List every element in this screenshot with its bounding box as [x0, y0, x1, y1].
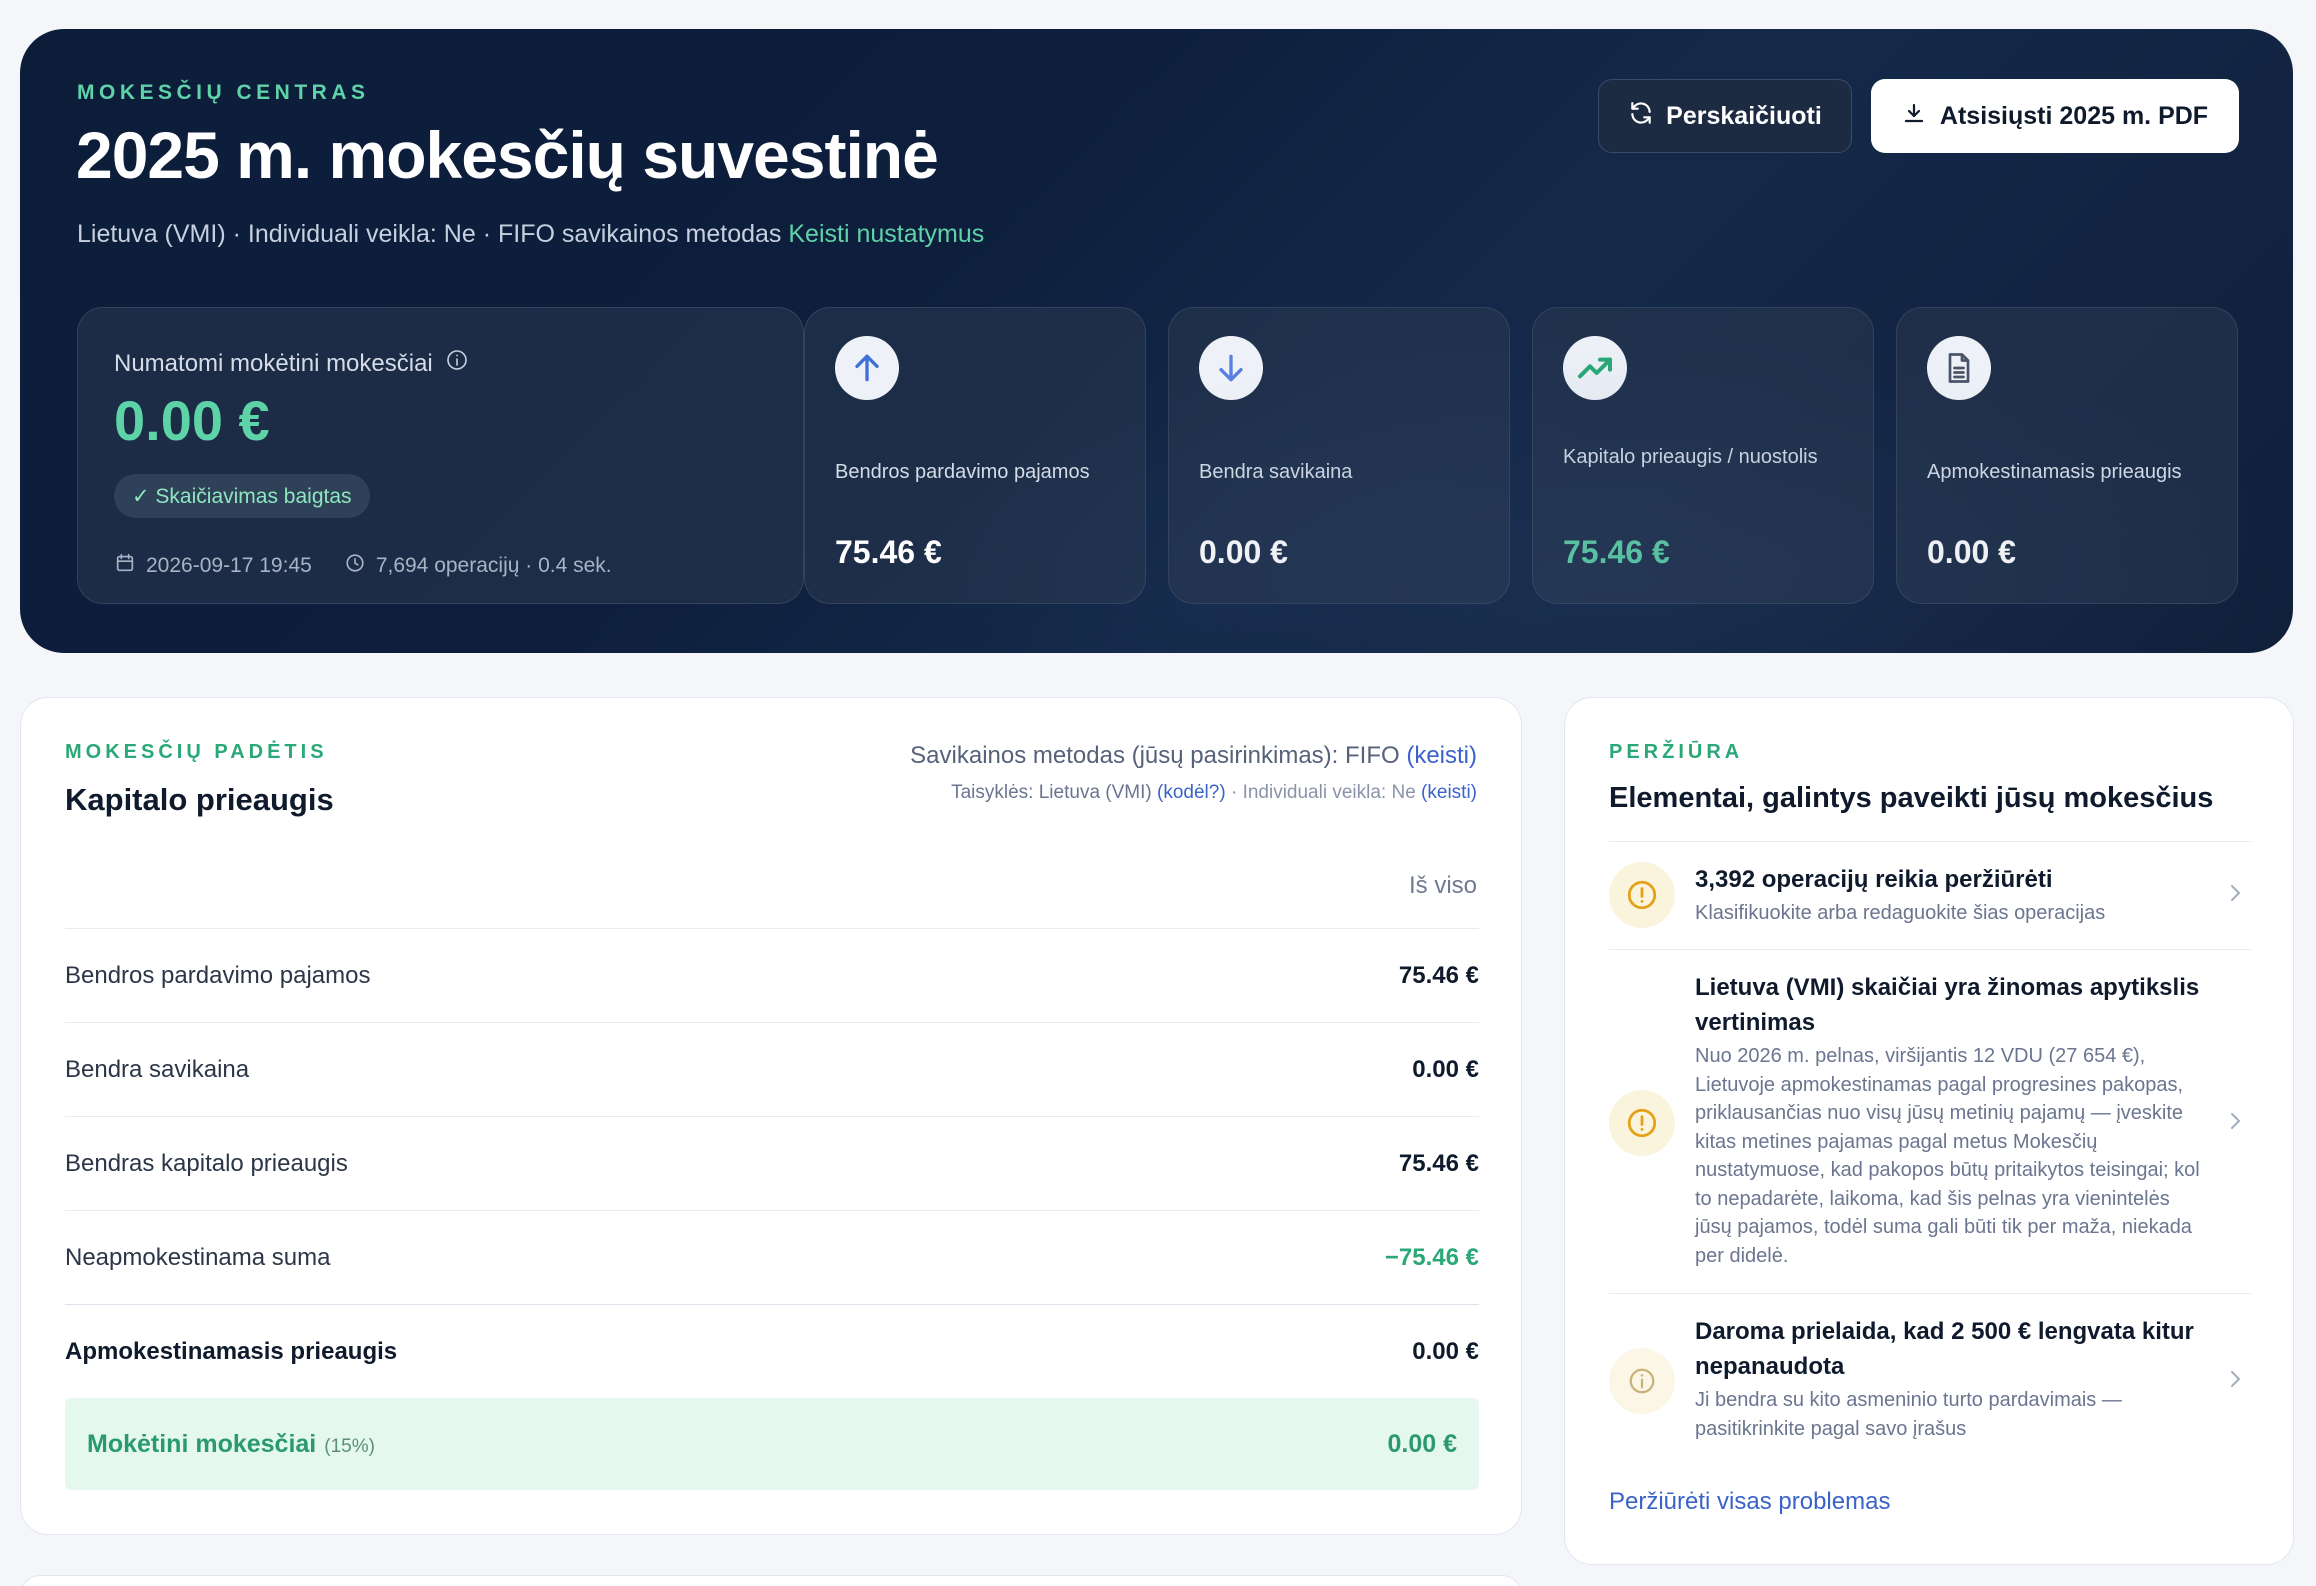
- review-eyebrow: PERŽIŪRA: [1609, 741, 1744, 763]
- change-settings-link[interactable]: Keisti nustatymus: [788, 220, 984, 248]
- review-item[interactable]: Daroma prielaida, kad 2 500 € lengvata k…: [1609, 1293, 2251, 1463]
- review-panel: PERŽIŪRA Elementai, galintys paveikti jū…: [1564, 697, 2294, 1565]
- rules-info: Taisyklės: Lietuva (VMI) (kodėl?) · Indi…: [951, 782, 1477, 803]
- stat-card-taxable: Apmokestinamasis prieaugis 0.00 €: [1896, 307, 2238, 604]
- tax-rate: (15%): [324, 1435, 375, 1457]
- cost-method-info: Savikainos metodas (jūsų pasirinkimas): …: [910, 742, 1477, 770]
- change-individual-link[interactable]: (keisti): [1421, 782, 1477, 803]
- change-method-link[interactable]: (keisti): [1406, 742, 1477, 769]
- cost-method-text: Savikainos metodas (jūsų pasirinkimas): …: [910, 742, 1400, 769]
- download-pdf-button[interactable]: Atsisiųsti 2025 m. PDF: [1871, 79, 2239, 153]
- row-label: Bendras kapitalo prieaugis: [65, 1149, 348, 1177]
- table-row: Bendros pardavimo pajamos 75.46 €: [65, 928, 1479, 1022]
- tax-position-panel: MOKESČIŲ PADĖTIS Kapitalo prieaugis Savi…: [20, 697, 1522, 1535]
- review-item-title: Lietuva (VMI) skaičiai yra žinomas apyti…: [1695, 974, 2200, 1036]
- row-label: Apmokestinamasis prieaugis: [65, 1337, 398, 1365]
- table-row: Bendras kapitalo prieaugis 75.46 €: [65, 1116, 1479, 1210]
- review-item-body: Klasifikuokite arba redaguokite šias ope…: [1695, 902, 2106, 924]
- table-row: Bendra savikaina 0.00 €: [65, 1022, 1479, 1116]
- row-value: 75.46 €: [1398, 961, 1479, 989]
- review-item[interactable]: Lietuva (VMI) skaičiai yra žinomas apyti…: [1609, 949, 2251, 1293]
- status-badge: ✓ Skaičiavimas baigtas: [114, 474, 370, 518]
- stat-value: 0.00 €: [1199, 534, 1288, 570]
- row-label: Bendra savikaina: [65, 1055, 250, 1083]
- calculation-meta: 2026-09-17 19:45 7,694 operacijų · 0.4 s…: [114, 552, 612, 580]
- document-icon: [1927, 336, 1991, 400]
- hero-eyebrow: MOKESČIŲ CENTRAS: [77, 81, 370, 104]
- tax-payable-row: Mokėtini mokesčiai (15%) 0.00 €: [65, 1398, 1479, 1490]
- trending-up-icon: [1563, 336, 1627, 400]
- table-row: Apmokestinamasis prieaugis 0.00 €: [65, 1304, 1479, 1398]
- tax-position-eyebrow: MOKESČIŲ PADĖTIS: [65, 741, 328, 763]
- download-pdf-label: Atsisiųsti 2025 m. PDF: [1939, 101, 2209, 130]
- stat-card-gain: Kapitalo prieaugis / nuostolis 75.46 €: [1532, 307, 1874, 604]
- stat-value: 75.46 €: [835, 534, 942, 570]
- total-column-header: Iš viso: [1408, 872, 1477, 899]
- review-item-title: 3,392 operacijų reikia peržiūrėti: [1695, 866, 2053, 893]
- table-row: Neapmokestinama suma −75.46 €: [65, 1210, 1479, 1304]
- info-icon: [1609, 1348, 1675, 1414]
- arrow-down-icon: [1199, 336, 1263, 400]
- operations-count: 7,694 operacijų · 0.4 sek.: [375, 554, 612, 577]
- next-panel: [20, 1575, 1522, 1586]
- row-value: 0.00 €: [1412, 1055, 1479, 1083]
- arrow-up-icon: [835, 336, 899, 400]
- info-icon[interactable]: [445, 348, 469, 379]
- recalculate-button[interactable]: Perskaičiuoti: [1598, 79, 1852, 153]
- review-item-text: Daroma prielaida, kad 2 500 € lengvata k…: [1695, 1314, 2205, 1443]
- calculation-date: 2026-09-17 19:45: [146, 554, 312, 577]
- review-item-title: Daroma prielaida, kad 2 500 € lengvata k…: [1695, 1318, 2194, 1380]
- stat-label: Apmokestinamasis prieaugis: [1927, 461, 2182, 483]
- why-link[interactable]: (kodėl?): [1157, 782, 1226, 803]
- row-label: Neapmokestinama suma: [65, 1243, 331, 1271]
- review-item-body: Nuo 2026 m. pelnas, viršijantis 12 VDU (…: [1695, 1045, 2200, 1267]
- tax-payable-value: 0.00 €: [1387, 1429, 1457, 1458]
- stat-label: Bendra savikaina: [1199, 461, 1353, 483]
- stat-value: 0.00 €: [1927, 534, 2016, 570]
- individual-activity-text: Individuali veikla: Ne: [1242, 782, 1416, 803]
- stat-value: 75.46 €: [1563, 534, 1670, 570]
- warning-icon: [1609, 1090, 1675, 1156]
- estimated-tax-value: 0.00 €: [114, 389, 270, 452]
- row-value: −75.46 €: [1384, 1243, 1479, 1271]
- recalculate-label: Perskaičiuoti: [1666, 101, 1822, 130]
- rules-text: Taisyklės: Lietuva (VMI): [951, 782, 1152, 803]
- tax-payable-label-group: Mokėtini mokesčiai (15%): [87, 1430, 375, 1459]
- view-all-issues-link[interactable]: Peržiūrėti visas problemas: [1609, 1488, 1890, 1516]
- estimated-tax-label: Numatomi mokėtini mokesčiai: [114, 349, 433, 377]
- chevron-right-icon: [2225, 1108, 2245, 1139]
- review-item-text: 3,392 operacijų reikia peržiūrėti Klasif…: [1695, 862, 2205, 928]
- review-item-body: Ji bendra su kito asmeninio turto pardav…: [1695, 1389, 2122, 1440]
- download-icon: [1902, 101, 1926, 132]
- settings-summary: Lietuva (VMI) · Individuali veikla: Ne ·…: [77, 220, 782, 248]
- tax-position-title: Kapitalo prieaugis: [65, 782, 334, 817]
- calendar-icon: [114, 552, 136, 580]
- row-value: 0.00 €: [1412, 1337, 1479, 1365]
- chevron-right-icon: [2225, 880, 2245, 911]
- estimated-tax-label-row: Numatomi mokėtini mokesčiai: [114, 348, 469, 379]
- tax-summary-hero: MOKESČIŲ CENTRAS 2025 m. mokesčių suvest…: [20, 29, 2293, 653]
- page-title: 2025 m. mokesčių suvestinė: [76, 118, 939, 192]
- row-label: Bendros pardavimo pajamos: [65, 961, 371, 989]
- stat-label: Kapitalo prieaugis / nuostolis: [1563, 446, 1818, 468]
- review-item[interactable]: 3,392 operacijų reikia peržiūrėti Klasif…: [1609, 841, 2251, 949]
- stat-card-cost: Bendra savikaina 0.00 €: [1168, 307, 1510, 604]
- clock-icon: [344, 552, 366, 580]
- review-item-text: Lietuva (VMI) skaičiai yra žinomas apyti…: [1695, 970, 2205, 1270]
- warning-icon: [1609, 862, 1675, 928]
- chevron-right-icon: [2225, 1366, 2245, 1397]
- stat-card-sales: Bendros pardavimo pajamos 75.46 €: [804, 307, 1146, 604]
- stat-label: Bendros pardavimo pajamos: [835, 461, 1090, 483]
- tax-payable-label: Mokėtini mokesčiai: [87, 1429, 317, 1458]
- row-value: 75.46 €: [1398, 1149, 1479, 1177]
- review-title: Elementai, galintys paveikti jūsų mokesč…: [1609, 782, 2214, 814]
- refresh-icon: [1628, 100, 1654, 133]
- estimated-tax-card: Numatomi mokėtini mokesčiai 0.00 € ✓ Ska…: [77, 307, 804, 604]
- hero-subtitle: Lietuva (VMI) · Individuali veikla: Ne ·…: [77, 220, 984, 249]
